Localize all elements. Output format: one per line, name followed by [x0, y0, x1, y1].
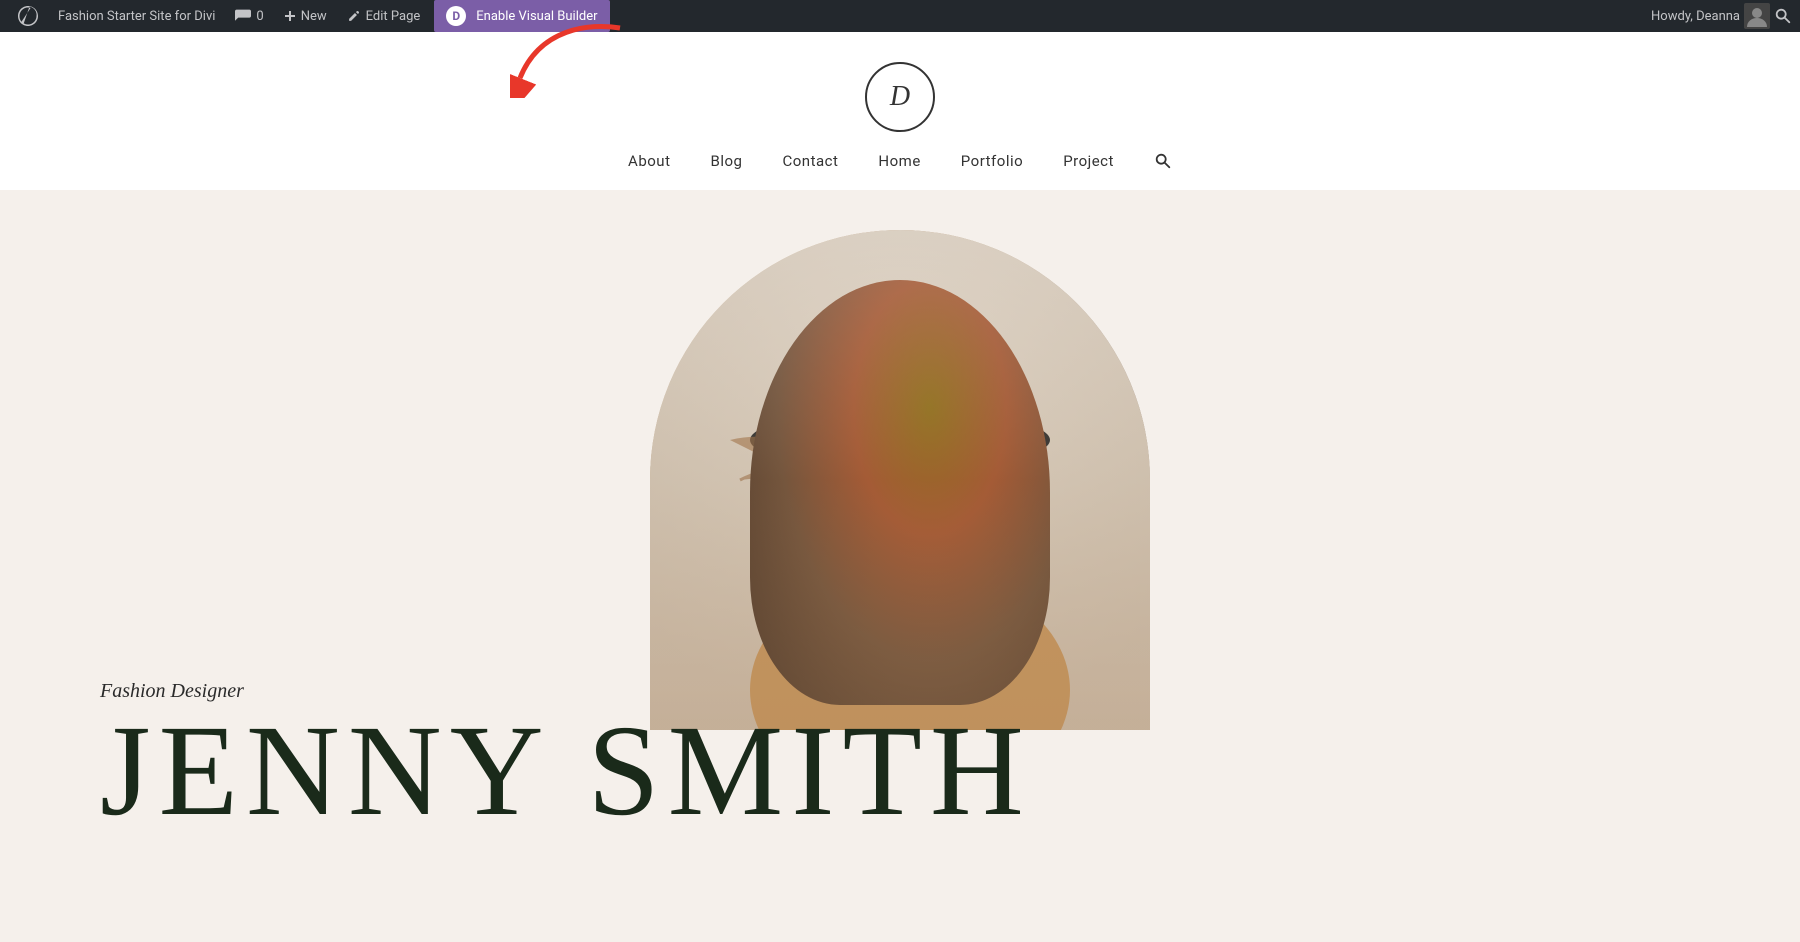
divi-logo-icon: D	[446, 6, 466, 26]
admin-bar: Fashion Starter Site for Divi 0 New Edit…	[0, 0, 1800, 32]
nav-contact[interactable]: Contact	[782, 152, 838, 170]
new-item[interactable]: New	[274, 0, 337, 32]
user-avatar-icon	[1744, 3, 1770, 29]
edit-page-label: Edit Page	[366, 9, 421, 24]
nav-portfolio[interactable]: Portfolio	[961, 152, 1023, 170]
nav-home[interactable]: Home	[878, 152, 920, 170]
comment-count: 0	[256, 9, 263, 24]
site-nav: About Blog Contact Home Portfolio Projec…	[628, 152, 1172, 170]
wp-logo[interactable]	[8, 0, 48, 32]
hero-text-container: Fashion Designer JENNY SMITH	[100, 680, 1032, 830]
hero-section: Fashion Designer JENNY SMITH	[0, 190, 1800, 890]
hero-name: JENNY SMITH	[100, 713, 1032, 830]
nav-about[interactable]: About	[628, 152, 670, 170]
howdy-text: Howdy, Deanna	[1651, 9, 1740, 24]
site-logo[interactable]: D	[865, 62, 935, 132]
edit-page-item[interactable]: Edit Page	[337, 0, 431, 32]
search-nav-icon[interactable]	[1154, 152, 1172, 170]
site-name-item[interactable]: Fashion Starter Site for Divi	[48, 0, 225, 32]
hero-image	[650, 230, 1150, 730]
search-adminbar-icon[interactable]	[1774, 7, 1792, 25]
enable-visual-builder-label: Enable Visual Builder	[476, 9, 597, 24]
nav-blog[interactable]: Blog	[710, 152, 742, 170]
nav-project[interactable]: Project	[1063, 152, 1114, 170]
page-wrapper: D About Blog Contact Home Portfolio Proj…	[0, 32, 1800, 910]
hero-photo-placeholder	[650, 230, 1150, 730]
comments-item[interactable]: 0	[225, 0, 273, 32]
enable-visual-builder-item[interactable]: D Enable Visual Builder	[434, 0, 609, 32]
site-header: D About Blog Contact Home Portfolio Proj…	[0, 32, 1800, 190]
new-label: New	[301, 9, 327, 24]
site-name-text: Fashion Starter Site for Divi	[58, 9, 215, 24]
adminbar-right: Howdy, Deanna	[1651, 3, 1792, 29]
logo-letter: D	[890, 81, 910, 113]
